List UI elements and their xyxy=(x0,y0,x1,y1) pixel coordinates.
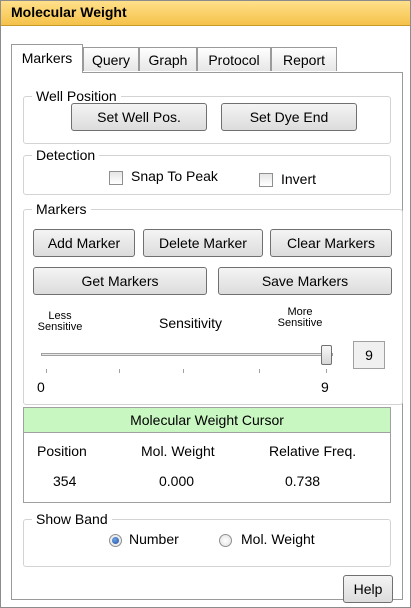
position-value: 354 xyxy=(53,473,77,489)
tab-report[interactable]: Report xyxy=(271,47,337,71)
sensitivity-label: Sensitivity xyxy=(159,315,223,331)
slider-max-label: 9 xyxy=(321,379,329,395)
tab-query[interactable]: Query xyxy=(83,47,139,71)
panel-title: Molecular Weight xyxy=(11,4,127,20)
slider-tick xyxy=(46,369,47,373)
set-well-pos-button[interactable]: Set Well Pos. xyxy=(71,103,207,131)
show-band-legend: Show Band xyxy=(32,510,112,528)
number-radio[interactable] xyxy=(109,534,122,547)
invert-label: Invert xyxy=(281,171,317,187)
slider-tick xyxy=(259,369,260,373)
invert-checkbox[interactable] xyxy=(259,173,273,187)
delete-marker-button[interactable]: Delete Marker xyxy=(143,229,263,257)
title-bar: Molecular Weight xyxy=(1,1,410,26)
sensitivity-slider-thumb[interactable] xyxy=(321,345,332,365)
less-sensitive-label: Less Sensitive xyxy=(37,310,83,333)
mol-weight-radio-label: Mol. Weight xyxy=(241,531,315,547)
clear-markers-button[interactable]: Clear Markers xyxy=(270,229,392,257)
slider-tick xyxy=(183,369,184,373)
cursor-title: Molecular Weight Cursor xyxy=(24,408,390,433)
molecular-weight-panel: Molecular Weight Markers Query Graph Pro… xyxy=(0,0,411,608)
help-button[interactable]: Help xyxy=(343,575,393,603)
save-markers-button[interactable]: Save Markers xyxy=(218,267,392,295)
sensitivity-slider-track[interactable] xyxy=(41,353,333,356)
tab-graph[interactable]: Graph xyxy=(139,47,197,71)
mol-weight-radio[interactable] xyxy=(219,534,232,547)
sensitivity-value-box[interactable]: 9 xyxy=(353,341,385,369)
add-marker-button[interactable]: Add Marker xyxy=(33,229,135,257)
tab-markers[interactable]: Markers xyxy=(11,44,83,73)
number-radio-label: Number xyxy=(129,531,179,547)
detection-legend: Detection xyxy=(32,146,100,164)
snap-to-peak-label: Snap To Peak xyxy=(131,168,218,184)
slider-tick xyxy=(119,369,120,373)
relative-freq-value: 0.738 xyxy=(285,473,321,489)
relative-freq-column-header: Relative Freq. xyxy=(269,443,357,459)
markers-legend: Markers xyxy=(32,200,91,218)
position-column-header: Position xyxy=(37,443,87,459)
mol-weight-column-header: Mol. Weight xyxy=(141,443,215,459)
show-band-group: Show Band xyxy=(23,510,391,567)
get-markers-button[interactable]: Get Markers xyxy=(33,267,207,295)
set-dye-end-button[interactable]: Set Dye End xyxy=(221,103,357,131)
mol-weight-value: 0.000 xyxy=(159,473,195,489)
tab-protocol[interactable]: Protocol xyxy=(197,47,271,71)
more-sensitive-label: More Sensitive xyxy=(277,306,323,329)
slider-tick xyxy=(326,369,327,373)
slider-min-label: 0 xyxy=(37,379,45,395)
snap-to-peak-checkbox[interactable] xyxy=(109,171,123,185)
